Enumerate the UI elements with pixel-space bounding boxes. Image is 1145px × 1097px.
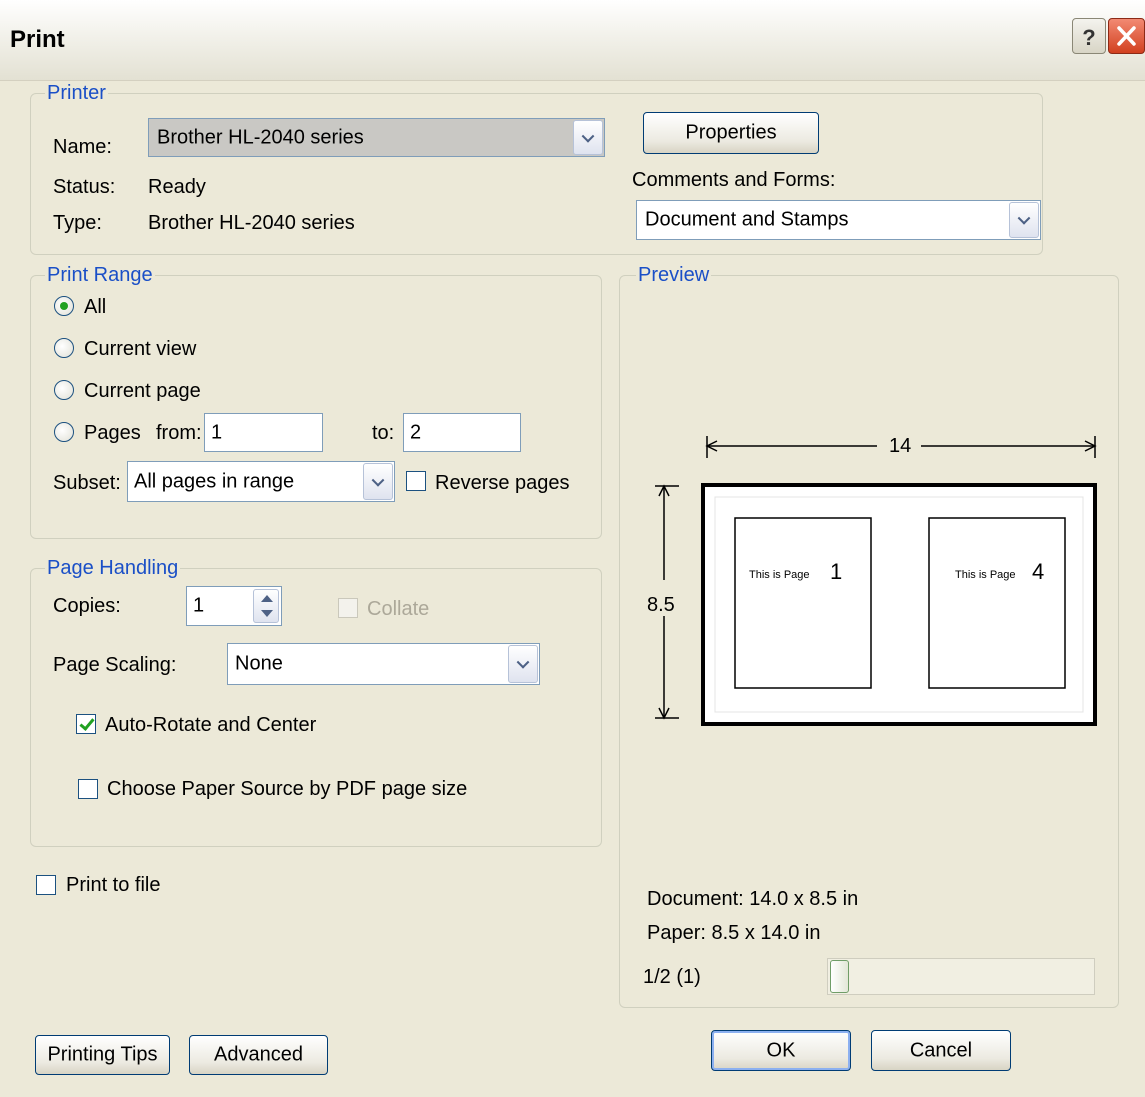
close-icon: [1117, 26, 1136, 46]
radio-current-view-label: Current view: [84, 338, 197, 360]
help-button[interactable]: ?: [1072, 18, 1106, 54]
paper-source-checkbox[interactable]: [78, 779, 98, 799]
printer-name-value: Brother HL-2040 series: [157, 126, 364, 148]
print-range-legend: Print Range: [45, 264, 155, 286]
cancel-label: Cancel: [909, 1039, 973, 1061]
pages-to-value: 2: [410, 421, 422, 443]
ok-button[interactable]: OK: [711, 1030, 851, 1071]
preview-page-left-text: This is Page: [749, 569, 810, 581]
copies-label: Copies:: [53, 595, 121, 617]
help-icon: ?: [1082, 25, 1096, 50]
subset-value: All pages in range: [134, 470, 295, 492]
preview-page-right-number: 4: [1032, 559, 1045, 584]
printer-type-label: Type:: [53, 212, 102, 234]
slider-thumb[interactable]: [830, 960, 849, 993]
copies-value: 1: [193, 594, 205, 617]
radio-pages[interactable]: [54, 422, 74, 442]
cancel-button[interactable]: Cancel: [871, 1030, 1011, 1071]
paper-size-text: Paper: 8.5 x 14.0 in: [647, 922, 821, 944]
page-handling-legend: Page Handling: [45, 557, 181, 579]
radio-current-page[interactable]: [54, 380, 74, 400]
properties-button[interactable]: Properties: [643, 112, 819, 154]
advanced-label: Advanced: [214, 1043, 303, 1066]
paper-source-label: Choose Paper Source by PDF page size: [107, 778, 468, 800]
preview-page-slider[interactable]: [827, 958, 1095, 995]
printer-name-select[interactable]: Brother HL-2040 series: [148, 118, 605, 157]
chevron-down-icon[interactable]: [363, 463, 393, 500]
pages-to-label: to:: [372, 422, 395, 444]
printing-tips-button[interactable]: Printing Tips: [35, 1035, 170, 1075]
radio-pages-label: Pages: [84, 422, 141, 444]
subset-select[interactable]: All pages in range: [127, 461, 395, 502]
printing-tips-label: Printing Tips: [47, 1043, 158, 1066]
printer-legend: Printer: [45, 82, 108, 104]
print-to-file-label: Print to file: [66, 874, 161, 896]
close-button[interactable]: [1108, 18, 1145, 54]
preview-height-label: 8.5: [647, 594, 675, 616]
document-size-text: Document: 14.0 x 8.5 in: [647, 888, 859, 910]
radio-all-label: All: [84, 296, 107, 318]
page-scaling-value: None: [235, 652, 283, 675]
auto-rotate-label: Auto-Rotate and Center: [105, 714, 317, 736]
page-indicator-text: 1/2 (1): [643, 966, 701, 988]
reverse-pages-label: Reverse pages: [435, 472, 570, 494]
subset-label: Subset:: [53, 472, 121, 494]
preview-page-right: [928, 517, 1066, 689]
chevron-down-icon[interactable]: [573, 120, 603, 155]
copies-stepper[interactable]: 1: [186, 586, 282, 626]
printer-type-value: Brother HL-2040 series: [148, 212, 355, 234]
comments-forms-value: Document and Stamps: [645, 208, 849, 231]
reverse-pages-checkbox[interactable]: [406, 471, 426, 491]
chevron-down-icon[interactable]: [261, 610, 273, 617]
page-scaling-label: Page Scaling:: [53, 654, 177, 676]
printer-status-value: Ready: [148, 176, 206, 198]
chevron-down-icon[interactable]: [1009, 202, 1039, 238]
pages-from-label: from:: [156, 422, 202, 444]
preview-legend: Preview: [636, 264, 712, 286]
radio-current-page-label: Current page: [84, 380, 201, 402]
preview-page-left: [734, 517, 872, 689]
properties-button-label: Properties: [685, 121, 777, 144]
preview-page-right-text: This is Page: [955, 569, 1016, 581]
radio-current-view[interactable]: [54, 338, 74, 358]
collate-checkbox: [338, 598, 358, 618]
printer-status-label: Status:: [53, 176, 116, 198]
radio-all[interactable]: [54, 296, 74, 316]
advanced-button[interactable]: Advanced: [189, 1035, 328, 1075]
pages-from-value: 1: [211, 421, 223, 443]
auto-rotate-checkbox[interactable]: [76, 714, 96, 734]
printer-name-label: Name:: [53, 136, 112, 158]
pages-to-input[interactable]: 2: [403, 413, 521, 452]
page-scaling-select[interactable]: None: [227, 643, 540, 685]
print-to-file-checkbox[interactable]: [36, 875, 56, 895]
comments-forms-select[interactable]: Document and Stamps: [636, 200, 1041, 240]
chevron-down-icon[interactable]: [508, 645, 538, 683]
title-bar: Print ?: [0, 0, 1145, 81]
preview-page-left-number: 1: [830, 559, 843, 584]
comments-forms-label: Comments and Forms:: [632, 169, 836, 191]
preview-width-label: 14: [889, 435, 912, 457]
pages-from-input[interactable]: 1: [204, 413, 323, 452]
collate-label: Collate: [367, 598, 430, 620]
ok-label: OK: [766, 1039, 796, 1061]
stepper-buttons[interactable]: [253, 589, 279, 623]
window-title: Print: [10, 26, 65, 53]
chevron-up-icon[interactable]: [261, 595, 273, 602]
